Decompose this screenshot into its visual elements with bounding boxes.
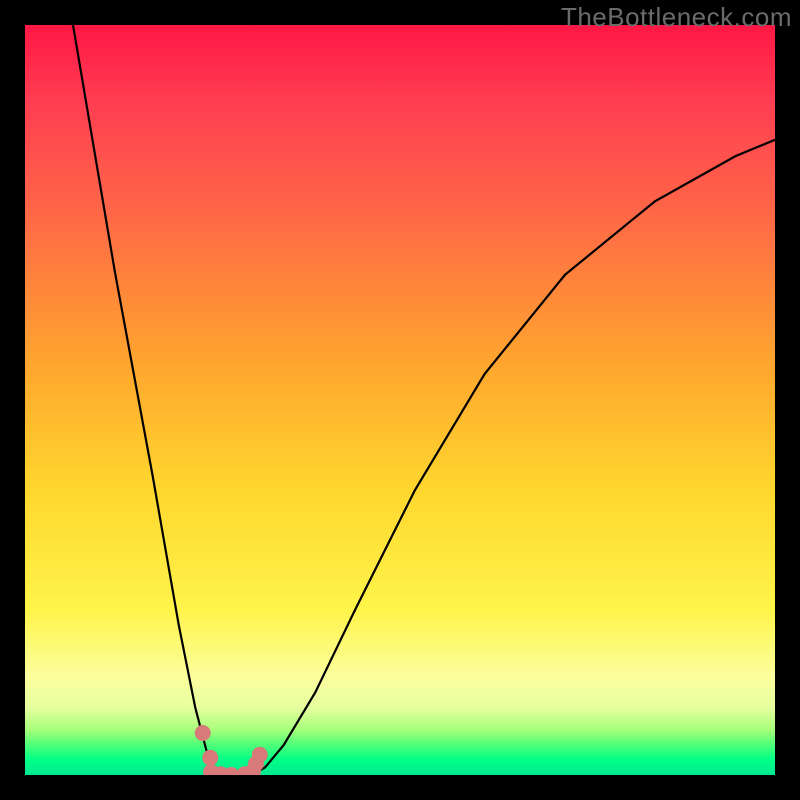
scatter-dot	[252, 747, 268, 763]
scatter-dot	[195, 725, 211, 741]
chart-frame	[25, 25, 775, 775]
bottleneck-curve	[73, 25, 775, 775]
scatter-dot	[202, 750, 218, 766]
watermark-text: TheBottleneck.com	[561, 2, 792, 33]
chart-svg	[25, 25, 775, 775]
